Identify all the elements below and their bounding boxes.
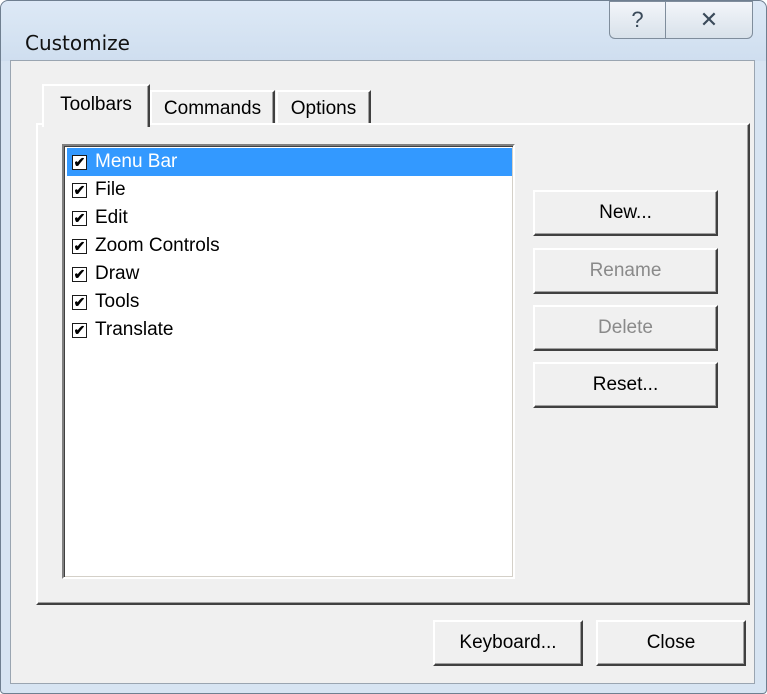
- checkbox[interactable]: ✔: [72, 266, 87, 282]
- help-icon: ?: [631, 7, 644, 32]
- list-item-translate[interactable]: ✔ Translate: [67, 316, 512, 344]
- keyboard-button-label: Keyboard...: [459, 632, 557, 653]
- rename-button[interactable]: Rename: [533, 248, 718, 294]
- list-item-label: Draw: [95, 263, 140, 284]
- checkbox[interactable]: ✔: [72, 210, 87, 226]
- list-item-label: Menu Bar: [95, 151, 178, 172]
- list-item-label: Zoom Controls: [95, 235, 220, 256]
- rename-button-label: Rename: [589, 260, 662, 281]
- new-button-label: New...: [599, 202, 652, 223]
- tab-toolbars-label: Toolbars: [60, 94, 132, 115]
- close-button[interactable]: Close: [596, 620, 746, 666]
- new-button[interactable]: New...: [533, 190, 718, 236]
- keyboard-button[interactable]: Keyboard...: [433, 620, 583, 666]
- reset-button-label: Reset...: [592, 374, 659, 395]
- checkbox[interactable]: ✔: [72, 238, 87, 254]
- close-button-label: Close: [646, 632, 696, 653]
- list-item-zoom-controls[interactable]: ✔ Zoom Controls: [67, 232, 512, 260]
- delete-button[interactable]: Delete: [533, 305, 718, 351]
- list-item-label: Translate: [95, 319, 174, 340]
- list-item-label: File: [95, 179, 126, 200]
- title-bar[interactable]: Customize ? ✕: [1, 1, 766, 61]
- checkmark-icon: ✔: [73, 182, 86, 198]
- checkmark-icon: ✔: [73, 154, 86, 170]
- checkbox[interactable]: ✔: [72, 322, 87, 338]
- list-item-edit[interactable]: ✔ Edit: [67, 204, 512, 232]
- checkbox[interactable]: ✔: [72, 294, 87, 310]
- help-button[interactable]: ?: [609, 1, 665, 39]
- reset-button[interactable]: Reset...: [533, 362, 718, 408]
- tab-commands[interactable]: Commands: [150, 90, 275, 124]
- window-close-button[interactable]: ✕: [665, 1, 753, 39]
- checkbox[interactable]: ✔: [72, 182, 87, 198]
- checkmark-icon: ✔: [73, 238, 86, 254]
- toolbars-listbox[interactable]: ✔ Menu Bar ✔ File ✔ Edit ✔ Zoom Controls…: [62, 144, 515, 579]
- tab-options[interactable]: Options: [276, 90, 371, 124]
- list-item-tools[interactable]: ✔ Tools: [67, 288, 512, 316]
- tab-toolbars[interactable]: Toolbars: [42, 84, 150, 127]
- checkbox[interactable]: ✔: [72, 154, 87, 170]
- tab-options-label: Options: [290, 98, 357, 119]
- delete-button-label: Delete: [598, 317, 653, 338]
- checkmark-icon: ✔: [73, 294, 86, 310]
- checkmark-icon: ✔: [73, 266, 86, 282]
- checkmark-icon: ✔: [73, 322, 86, 338]
- tab-commands-label: Commands: [163, 98, 262, 119]
- window-title: Customize: [25, 31, 130, 55]
- list-item-draw[interactable]: ✔ Draw: [67, 260, 512, 288]
- list-item-menu-bar[interactable]: ✔ Menu Bar: [67, 148, 512, 176]
- checkmark-icon: ✔: [73, 210, 86, 226]
- list-item-file[interactable]: ✔ File: [67, 176, 512, 204]
- list-item-label: Edit: [95, 207, 128, 228]
- close-icon: ✕: [699, 7, 719, 32]
- list-item-label: Tools: [95, 291, 140, 312]
